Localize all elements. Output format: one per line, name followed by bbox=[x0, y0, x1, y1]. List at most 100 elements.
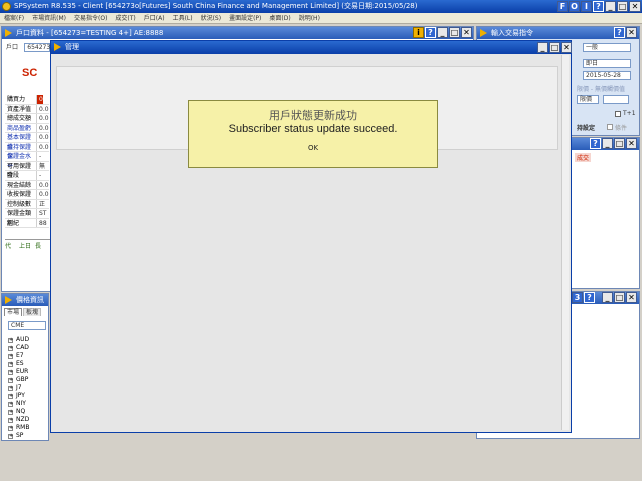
app-icon bbox=[2, 2, 11, 11]
right-bottom-minimize-button[interactable]: _ bbox=[602, 292, 613, 303]
trade-minimize-button[interactable]: _ bbox=[602, 138, 613, 149]
panel-3-button[interactable]: 3 bbox=[572, 292, 583, 303]
tab-orders[interactable]: 代 bbox=[5, 243, 11, 250]
management-maximize-button[interactable]: □ bbox=[549, 42, 560, 53]
trade-close-button[interactable]: ✕ bbox=[626, 138, 637, 149]
account-help-button[interactable]: ? bbox=[425, 27, 436, 38]
list-item[interactable]: + NQ bbox=[4, 408, 48, 416]
close-button[interactable]: ✕ bbox=[629, 1, 641, 12]
account-maximize-button[interactable]: □ bbox=[449, 27, 460, 38]
menu-status[interactable]: 狀況(S) bbox=[197, 13, 226, 24]
list-item[interactable]: + AUD bbox=[4, 336, 48, 344]
menu-screen-settings[interactable]: 畫面設定(P) bbox=[225, 13, 265, 24]
menu-trade[interactable]: 成交(T) bbox=[111, 13, 139, 24]
panel-arrow-icon bbox=[480, 29, 487, 37]
minimize-button[interactable]: _ bbox=[605, 1, 616, 12]
menu-file[interactable]: 檔案(F) bbox=[0, 13, 28, 24]
list-item[interactable]: + ES bbox=[4, 360, 48, 368]
toolbar-i-button[interactable]: I bbox=[581, 1, 592, 12]
trade-maximize-button[interactable]: □ bbox=[614, 138, 625, 149]
order-type-select[interactable]: 一般 bbox=[583, 43, 631, 52]
management-minimize-button[interactable]: _ bbox=[537, 42, 548, 53]
menu-account[interactable]: 戶口(A) bbox=[140, 13, 169, 24]
list-item[interactable]: + J7 bbox=[4, 384, 48, 392]
list-item[interactable]: + RMB bbox=[4, 424, 48, 432]
expand-icon: + bbox=[8, 401, 14, 407]
t1-label: T+1 bbox=[623, 110, 636, 117]
expand-icon: + bbox=[8, 409, 14, 415]
account-input[interactable]: 654273 bbox=[24, 43, 51, 52]
list-item[interactable]: + GBP bbox=[4, 376, 48, 384]
list-item[interactable]: + JPY bbox=[4, 392, 48, 400]
exchange-select[interactable]: CME bbox=[8, 321, 46, 330]
table-row: 資產淨值 0.0 bbox=[5, 104, 49, 114]
price-panel-titlebar: 價格資訊 bbox=[2, 294, 48, 306]
account-close-button[interactable]: ✕ bbox=[461, 27, 472, 38]
validity-select[interactable]: 即日 bbox=[583, 59, 631, 68]
right-bottom-help-button[interactable]: ? bbox=[584, 292, 595, 303]
table-row: 基本保證金 0.0 bbox=[5, 133, 49, 151]
list-item[interactable]: + CAD bbox=[4, 344, 48, 352]
account-summary-table: 購買力 0 資產淨值 0.0 總成交額 0.0 商品盈虧 0.0 基本保證金 0.0 維持… bbox=[5, 95, 49, 228]
list-item[interactable]: + SP bbox=[4, 432, 48, 440]
menu-order[interactable]: 交易指令(O) bbox=[70, 13, 111, 24]
price-panel-title: 價格資訊 bbox=[16, 296, 44, 304]
tab-sector[interactable]: 板塊 bbox=[23, 308, 42, 316]
maximize-button[interactable]: □ bbox=[617, 1, 628, 12]
message-chinese: 用戶狀態更新成功 bbox=[269, 109, 357, 122]
tab-market[interactable]: 市場 bbox=[4, 308, 23, 316]
info-icon[interactable]: i bbox=[413, 27, 424, 38]
trade-tag[interactable]: 成交 bbox=[575, 153, 592, 162]
list-item[interactable]: + E7 bbox=[4, 352, 48, 360]
table-row: 可用保證金無 bbox=[5, 161, 49, 179]
toolbar-o-button[interactable]: O bbox=[569, 1, 580, 12]
order-close-button[interactable]: ✕ bbox=[626, 27, 637, 38]
hold-setting-label: 持設定 bbox=[577, 125, 596, 132]
table-row: 控制級數正 bbox=[5, 199, 49, 209]
app-titlebar: SPSystem R8.535 - Client [654273o[Future… bbox=[0, 0, 642, 13]
right-bottom-maximize-button[interactable]: □ bbox=[614, 292, 625, 303]
management-close-button[interactable]: ✕ bbox=[561, 42, 572, 53]
toolbar-f-button[interactable]: F bbox=[557, 1, 568, 12]
app-title: SPSystem R8.535 - Client [654273o[Future… bbox=[14, 2, 418, 10]
price-hint: 限價 - 無價觸價值 bbox=[577, 86, 625, 93]
ok-button[interactable]: OK bbox=[304, 143, 322, 153]
list-item[interactable]: + NIY bbox=[4, 400, 48, 408]
order-panel-title: 輸入交易指令 bbox=[491, 29, 533, 37]
expand-icon: + bbox=[8, 361, 14, 367]
condition-label: 條件 bbox=[615, 125, 628, 132]
account-panel-title: 戶口資料 - [654273=TESTING 4+] AE:8888 bbox=[16, 29, 164, 37]
date-field[interactable]: 2015-05-28 bbox=[583, 71, 631, 80]
list-item[interactable]: + EUR bbox=[4, 368, 48, 376]
tab-previous-day[interactable]: 上日 bbox=[19, 243, 31, 250]
right-bottom-close-button[interactable]: ✕ bbox=[626, 292, 637, 303]
order-panel-titlebar: 輸入交易指令 ? ✕ bbox=[477, 27, 639, 39]
list-item[interactable]: + NZD bbox=[4, 416, 48, 424]
tab-long[interactable]: 長 bbox=[35, 243, 41, 250]
menu-market-info[interactable]: 市場資訊(M) bbox=[28, 13, 70, 24]
trade-help-button[interactable]: ? bbox=[590, 138, 601, 149]
expand-icon: + bbox=[8, 377, 14, 383]
price-tabs: 市場 板塊 bbox=[4, 307, 42, 316]
t1-checkbox[interactable] bbox=[615, 111, 621, 117]
menu-desktop[interactable]: 桌面(D) bbox=[265, 13, 294, 24]
table-row: 維持保證金 0.0 bbox=[5, 142, 49, 160]
price-type-select[interactable]: 限價 bbox=[577, 95, 599, 104]
expand-icon: + bbox=[8, 417, 14, 423]
menu-tools[interactable]: 工具(L) bbox=[169, 13, 197, 24]
account-label-row: 戶口 654273 bbox=[6, 42, 51, 52]
price-field[interactable] bbox=[603, 95, 629, 104]
price-panel: 價格資訊 市場 板塊 CME + AUD + CAD + E7 + ES + EUR + GB… bbox=[1, 293, 49, 441]
help-button[interactable]: ? bbox=[593, 1, 604, 12]
table-row: 商品盈虧 0.0 bbox=[5, 123, 49, 133]
table-row: 保證金類別 ST bbox=[5, 209, 49, 227]
panel-arrow-icon bbox=[5, 29, 12, 37]
order-help-button[interactable]: ? bbox=[614, 27, 625, 38]
account-panel-titlebar: 戶口資料 - [654273=TESTING 4+] AE:8888 i ? _… bbox=[2, 27, 473, 39]
vertical-scrollbar[interactable] bbox=[561, 55, 569, 430]
expand-icon: + bbox=[8, 369, 14, 375]
menu-help[interactable]: 說明(H) bbox=[295, 13, 324, 24]
table-row: 現金結餘 0.0 bbox=[5, 180, 49, 190]
condition-checkbox[interactable] bbox=[607, 124, 613, 130]
account-minimize-button[interactable]: _ bbox=[437, 27, 448, 38]
